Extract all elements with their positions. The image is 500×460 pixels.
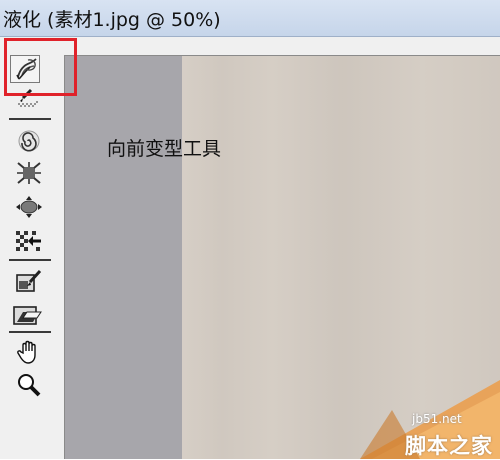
twirl-clockwise-tool[interactable] [13,128,45,154]
hand-icon [17,340,36,364]
pucker-tool[interactable] [13,160,45,186]
toolbar-separator [9,259,51,261]
thaw-mask-icon [13,306,42,325]
bloat-tool[interactable] [13,194,45,220]
twirl-icon [18,130,40,152]
toolbar-separator [9,118,51,120]
toolbar-separator [9,331,51,333]
canvas-background [65,56,182,459]
watermark-site: jb51.net [412,412,462,426]
hand-tool[interactable] [13,338,45,366]
watermark-name: 脚本之家 [405,434,493,458]
push-left-icon [16,231,41,251]
bloat-icon [16,196,42,218]
forward-warp-tool[interactable] [11,56,43,82]
forward-warp-icon [16,58,37,80]
freeze-mask-icon [16,269,42,292]
freeze-mask-tool[interactable] [13,268,45,294]
reconstruct-brush-icon [18,88,38,107]
window-title: 液化 (素材1.jpg @ 50%) [3,9,221,31]
zoom-icon [18,374,41,397]
preview-image[interactable] [182,56,500,459]
window-titlebar: 液化 (素材1.jpg @ 50%) [0,0,500,37]
thaw-mask-tool[interactable] [12,302,44,328]
push-left-tool[interactable] [13,228,45,254]
tool-annotation-label: 向前变型工具 [107,138,222,160]
reconstruct-tool[interactable] [10,86,42,108]
pucker-icon [17,162,41,184]
zoom-tool[interactable] [13,372,45,398]
